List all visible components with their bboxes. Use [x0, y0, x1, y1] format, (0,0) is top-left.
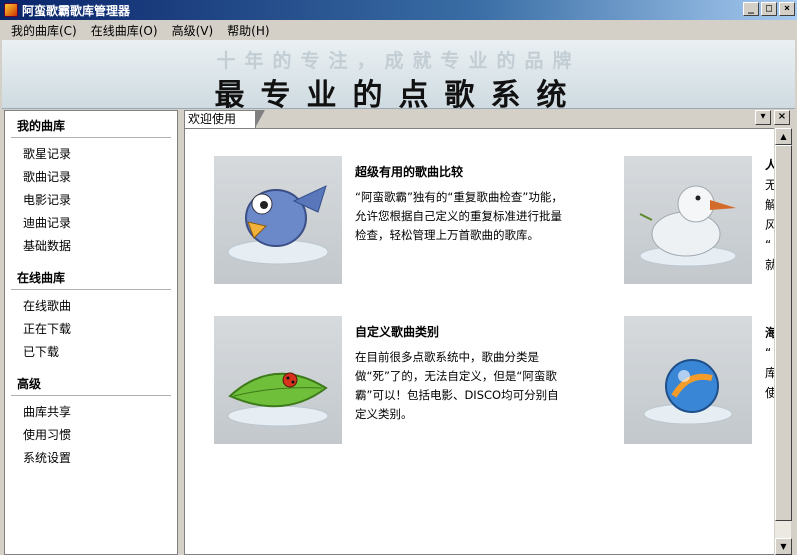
leaf-ladybug-icon — [214, 316, 342, 444]
truncated-text-column: 海 “ 库 使 — [765, 323, 774, 403]
sidebar-item-habits[interactable]: 使用习惯 — [11, 423, 171, 446]
truncated-char: 解 — [765, 195, 774, 215]
truncated-char: 就 — [765, 255, 774, 275]
banner-slogan: 十年的专注，成就专业的品牌 — [216, 50, 581, 72]
feature-title: 自定义歌曲类别 — [355, 325, 440, 339]
menu-bar: 我的曲库(C) 在线曲库(O) 高级(V) 帮助(H) — [0, 20, 797, 40]
app-icon — [4, 3, 18, 17]
snowman-icon — [624, 156, 752, 284]
truncated-char: 风 — [765, 215, 774, 235]
window-controls: _ □ × — [743, 2, 795, 16]
tab-strip: 欢迎使用 ▾ × — [182, 110, 793, 128]
sidebar-heading: 我的曲库 — [11, 111, 171, 138]
welcome-content: 超级有用的歌曲比较 “阿蛮歌霸”独有的“重复歌曲检查”功能，允许您根据自己定义的… — [184, 128, 774, 555]
truncated-text-column: 人 无 解 风 “ 就 — [765, 155, 774, 275]
maximize-button[interactable]: □ — [761, 2, 777, 16]
sidebar-section-online-library: 在线曲库 在线歌曲 正在下载 已下载 — [11, 263, 171, 363]
menu-online-library[interactable]: 在线曲库(O) — [84, 22, 165, 39]
feature-desc: “阿蛮歌霸”独有的“重复歌曲检查”功能，允许您根据自己定义的重复标准进行批量检查… — [355, 190, 563, 242]
truncated-char: “ — [765, 346, 772, 360]
feature-title: 超级有用的歌曲比较 — [355, 165, 464, 179]
truncated-char: 库 — [765, 363, 774, 383]
window-title: 阿蛮歌霸歌库管理器 — [22, 3, 131, 18]
sidebar-item-songs[interactable]: 歌曲记录 — [11, 165, 171, 188]
sidebar-heading: 在线曲库 — [11, 263, 171, 290]
truncated-char: 海 — [765, 323, 774, 343]
header-banner: 十年的专注，成就专业的品牌 最专业的点歌系统 — [2, 40, 795, 113]
sidebar-item-movies[interactable]: 电影记录 — [11, 188, 171, 211]
sidebar-item-online-songs[interactable]: 在线歌曲 — [11, 294, 171, 317]
sidebar-item-singers[interactable]: 歌星记录 — [11, 142, 171, 165]
scroll-up-icon[interactable]: ▲ — [775, 128, 792, 145]
menu-advanced[interactable]: 高级(V) — [165, 22, 221, 39]
menu-my-library[interactable]: 我的曲库(C) — [4, 22, 84, 39]
banner-headline: 最专业的点歌系统 — [214, 78, 583, 113]
truncated-char: 人 — [765, 155, 774, 175]
sidebar-item-downloading[interactable]: 正在下载 — [11, 317, 171, 340]
title-bar: 阿蛮歌霸歌库管理器 _ □ × — [0, 0, 797, 20]
close-button[interactable]: × — [779, 2, 795, 16]
tab-dropdown-icon[interactable]: ▾ — [755, 110, 771, 125]
vertical-scrollbar[interactable]: ▲ ▼ — [774, 128, 792, 555]
sidebar-item-downloaded[interactable]: 已下载 — [11, 340, 171, 363]
truncated-char: 无 — [765, 175, 774, 195]
sidebar-section-advanced: 高级 曲库共享 使用习惯 系统设置 — [11, 369, 171, 469]
sidebar-item-system-settings[interactable]: 系统设置 — [11, 446, 171, 469]
truncated-char: 使 — [765, 383, 774, 403]
truncated-char: “ — [765, 238, 772, 252]
sidebar-section-my-library: 我的曲库 歌星记录 歌曲记录 电影记录 迪曲记录 基础数据 — [11, 111, 171, 257]
menu-help[interactable]: 帮助(H) — [220, 22, 276, 39]
scroll-down-icon[interactable]: ▼ — [775, 538, 792, 555]
feature-desc: 在目前很多点歌系统中，歌曲分类是做“死”了的，无法自定义，但是“阿蛮歌霸”可以！… — [355, 350, 559, 421]
minimize-button[interactable]: _ — [743, 2, 759, 16]
sidebar-item-library-share[interactable]: 曲库共享 — [11, 400, 171, 423]
sidebar: 我的曲库 歌星记录 歌曲记录 电影记录 迪曲记录 基础数据 在线曲库 在线歌曲 … — [4, 110, 178, 555]
bird-icon — [214, 156, 342, 284]
globe-icon — [624, 316, 752, 444]
sidebar-heading: 高级 — [11, 369, 171, 396]
scroll-thumb[interactable] — [775, 145, 792, 521]
sidebar-item-disco[interactable]: 迪曲记录 — [11, 211, 171, 234]
sidebar-item-base-data[interactable]: 基础数据 — [11, 234, 171, 257]
tab-welcome[interactable]: 欢迎使用 — [184, 110, 265, 128]
tab-close-icon[interactable]: × — [774, 110, 790, 125]
